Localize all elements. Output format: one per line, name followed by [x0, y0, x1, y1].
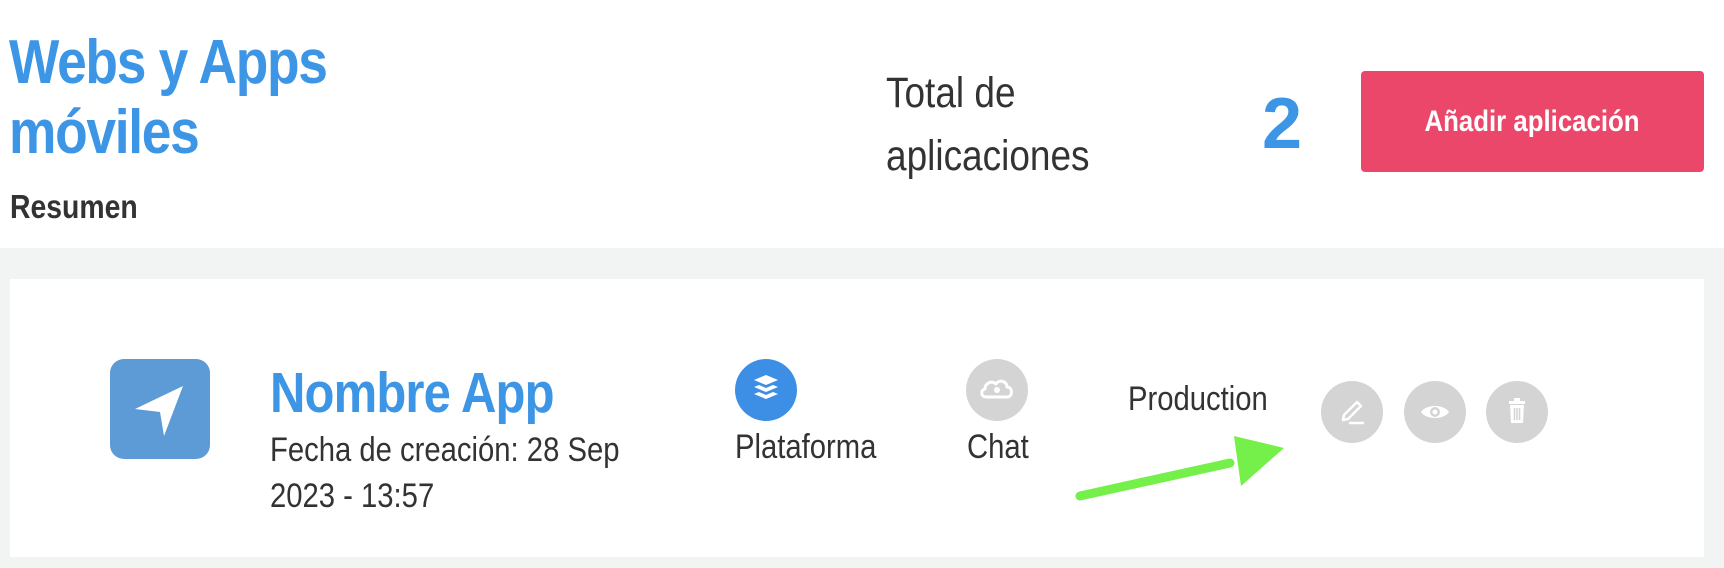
platform-layers-icon[interactable] — [735, 359, 797, 421]
chat-label: Chat — [967, 428, 1029, 466]
view-app-button[interactable] — [1404, 381, 1466, 443]
delete-app-button[interactable] — [1486, 381, 1548, 443]
edit-icon — [1341, 400, 1365, 425]
trash-icon — [1509, 398, 1525, 423]
edit-app-button[interactable] — [1321, 381, 1383, 443]
app-name[interactable]: Nombre App — [270, 361, 555, 425]
page-header: Webs y Apps móviles Resumen Total de apl… — [0, 0, 1724, 248]
app-creation-date: Fecha de creación: 28 Sep 2023 - 13:57 — [270, 431, 620, 515]
platform-label: Plataforma — [735, 428, 877, 466]
page-title: Webs y Apps móviles — [9, 28, 328, 167]
page-subtitle: Resumen — [10, 188, 138, 225]
add-application-label: Añadir aplicación — [1424, 104, 1641, 138]
add-application-button[interactable]: Añadir aplicación — [1361, 71, 1704, 172]
annotation-arrow-icon — [1075, 436, 1284, 501]
total-apps-label: Total de aplicaciones — [886, 69, 1090, 180]
environment-status: Production — [1128, 380, 1268, 418]
layers-icon — [754, 375, 778, 399]
app-logo-icon — [110, 359, 210, 459]
location-arrow-icon — [135, 386, 183, 436]
total-apps-count: 2 — [1262, 84, 1303, 164]
eye-icon — [1421, 406, 1449, 418]
chat-cloud-icon[interactable] — [966, 359, 1028, 421]
cloud-chat-icon — [980, 379, 1013, 399]
app-card: Nombre App Fecha de creación: 28 Sep 202… — [10, 279, 1704, 557]
